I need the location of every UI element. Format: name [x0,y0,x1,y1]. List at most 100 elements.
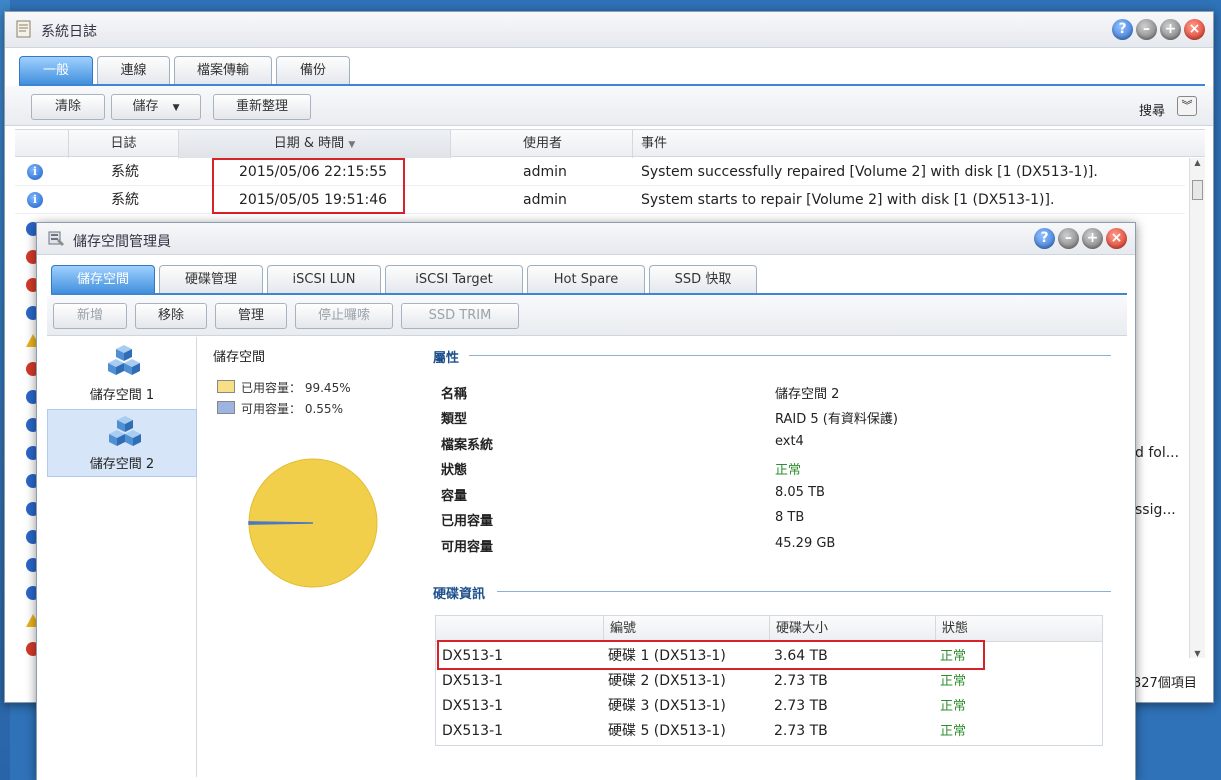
save-label: 儲存 [132,99,159,114]
tab-connection[interactable]: 連線 [97,56,170,85]
used-legend-percent: 99.45% [304,381,351,395]
header-event[interactable]: 事件 [633,130,1205,158]
disk-header-size[interactable]: 硬碟大小 [770,616,936,642]
maximize-icon[interactable]: + [1160,19,1181,40]
storage-manager-window: 儲存空間管理員 ? – + × 儲存空間 硬碟管理 iSCSI LUN iSCS… [36,222,1136,780]
info-icon: i [27,192,43,208]
disk-device: DX513-1 [442,698,504,714]
volume-cube-icon [108,345,140,375]
footer-item-count: 327個項目 [1133,676,1197,691]
log-window-title: 系統日誌 [41,24,97,40]
prop-label-used: 已用容量 [441,514,494,529]
tab-underline [51,293,1127,295]
prop-value-used: 8 TB [775,510,805,525]
tab-disk-management[interactable]: 硬碟管理 [159,265,263,294]
disk-info-divider [497,591,1111,592]
log-toolbar: 清除 儲存 ▼ 重新整理 搜尋 ︾ [5,86,1213,126]
help-icon[interactable]: ? [1112,19,1133,40]
help-icon[interactable]: ? [1034,228,1055,249]
free-legend-swatch [217,401,235,414]
volume-item-2[interactable]: 儲存空間 2 [47,409,197,477]
free-legend-label: 可用容量： [241,402,302,416]
disk-info-title: 硬碟資訊 [433,587,486,602]
tab-general[interactable]: 一般 [19,56,93,85]
table-row[interactable]: DX513-1 硬碟 3 (DX513-1) 2.73 TB 正常 [436,694,1102,719]
log-table-header: 日誌 日期 & 時間 ▼ 使用者 事件 [15,129,1205,158]
datetime-highlight-box [212,158,405,214]
tab-backup[interactable]: 備份 [276,56,350,85]
table-row[interactable]: i 系統 2015/05/05 19:51:46 admin System st… [15,186,1185,214]
disk-row-highlight-box [437,640,985,670]
maximize-icon[interactable]: + [1082,228,1103,249]
log-scrollbar[interactable]: ▲ ▼ [1189,158,1205,658]
row-log: 系統 [111,192,139,208]
minimize-icon[interactable]: – [1136,19,1157,40]
scroll-up-icon[interactable]: ▲ [1190,158,1205,167]
disk-status: 正常 [940,699,967,714]
log-titlebar[interactable]: 系統日誌 ? – + × [5,12,1213,48]
table-row[interactable]: i 系統 2015/05/06 22:15:55 admin System su… [15,158,1185,186]
minimize-icon[interactable]: – [1058,228,1079,249]
refresh-button[interactable]: 重新整理 [213,94,311,120]
table-row[interactable]: DX513-1 硬碟 5 (DX513-1) 2.73 TB 正常 [436,719,1102,744]
table-row[interactable]: DX513-1 硬碟 2 (DX513-1) 2.73 TB 正常 [436,669,1102,694]
used-legend-swatch [217,380,235,393]
disk-number: 硬碟 2 (DX513-1) [608,673,726,689]
create-button[interactable]: 新增 [53,303,127,329]
partial-event-text-2: ssig... [1135,502,1176,518]
sort-desc-icon: ▼ [348,140,356,150]
disk-header-number[interactable]: 編號 [604,616,770,642]
tab-iscsi-target[interactable]: iSCSI Target [385,265,523,294]
save-dropdown-button[interactable]: 儲存 ▼ [111,94,201,120]
header-datetime[interactable]: 日期 & 時間 ▼ [179,130,451,158]
usage-title: 儲存空間 [213,350,266,365]
clear-button[interactable]: 清除 [31,94,105,120]
prop-label-type: 類型 [441,412,468,427]
disk-header-device[interactable] [436,616,604,642]
close-icon[interactable]: × [1184,19,1205,40]
header-user[interactable]: 使用者 [451,130,633,158]
scroll-thumb[interactable] [1192,180,1203,200]
prop-label-filesystem: 檔案系統 [441,438,494,453]
prop-value-type: RAID 5 (有資料保護) [775,412,898,427]
log-app-icon [16,20,31,38]
remove-button[interactable]: 移除 [135,303,207,329]
close-icon[interactable]: × [1106,228,1127,249]
stop-scrub-button[interactable]: 停止囉嗦 [295,303,393,329]
storage-window-title: 儲存空間管理員 [73,234,171,250]
disk-device: DX513-1 [442,723,504,739]
prop-value-filesystem: ext4 [775,434,804,449]
header-log[interactable]: 日誌 [69,130,179,158]
volume-label-2: 儲存空間 2 [89,457,155,472]
header-datetime-label: 日期 & 時間 [273,136,345,151]
expand-search-icon[interactable]: ︾ [1177,96,1197,116]
tab-iscsi-lun[interactable]: iSCSI LUN [267,265,381,294]
row-log: 系統 [111,164,139,180]
disk-header-status[interactable]: 狀態 [936,616,1102,642]
manage-button[interactable]: 管理 [215,303,287,329]
volume-item-1[interactable]: 儲存空間 1 [47,339,197,407]
storage-manager-app-icon [48,231,64,246]
disk-table-header: 編號 硬碟大小 狀態 [436,616,1102,642]
pie-free-slice [248,521,314,525]
usage-pie-chart [248,458,378,588]
tab-file-transfer[interactable]: 檔案傳輸 [174,56,272,85]
disk-number: 硬碟 3 (DX513-1) [608,698,726,714]
prop-value-free: 45.29 GB [775,536,836,551]
tab-hot-spare[interactable]: Hot Spare [527,265,645,294]
row-event: System starts to repair [Volume 2] with … [641,192,1055,208]
row-event: System successfully repaired [Volume 2] … [641,164,1098,180]
row-user: admin [523,192,567,208]
free-legend-percent: 0.55% [304,402,343,416]
storage-titlebar[interactable]: 儲存空間管理員 ? – + × [37,223,1135,255]
properties-title: 屬性 [433,351,460,366]
scroll-down-icon[interactable]: ▼ [1190,649,1205,658]
prop-value-capacity: 8.05 TB [775,485,825,500]
ssd-trim-button[interactable]: SSD TRIM [401,303,519,329]
prop-label-status: 狀態 [441,463,468,478]
prop-label-free: 可用容量 [441,540,494,555]
search-label[interactable]: 搜尋 [1139,100,1165,119]
tab-ssd-cache[interactable]: SSD 快取 [649,265,757,294]
tab-storage-space[interactable]: 儲存空間 [51,265,155,294]
info-icon: i [27,164,43,180]
